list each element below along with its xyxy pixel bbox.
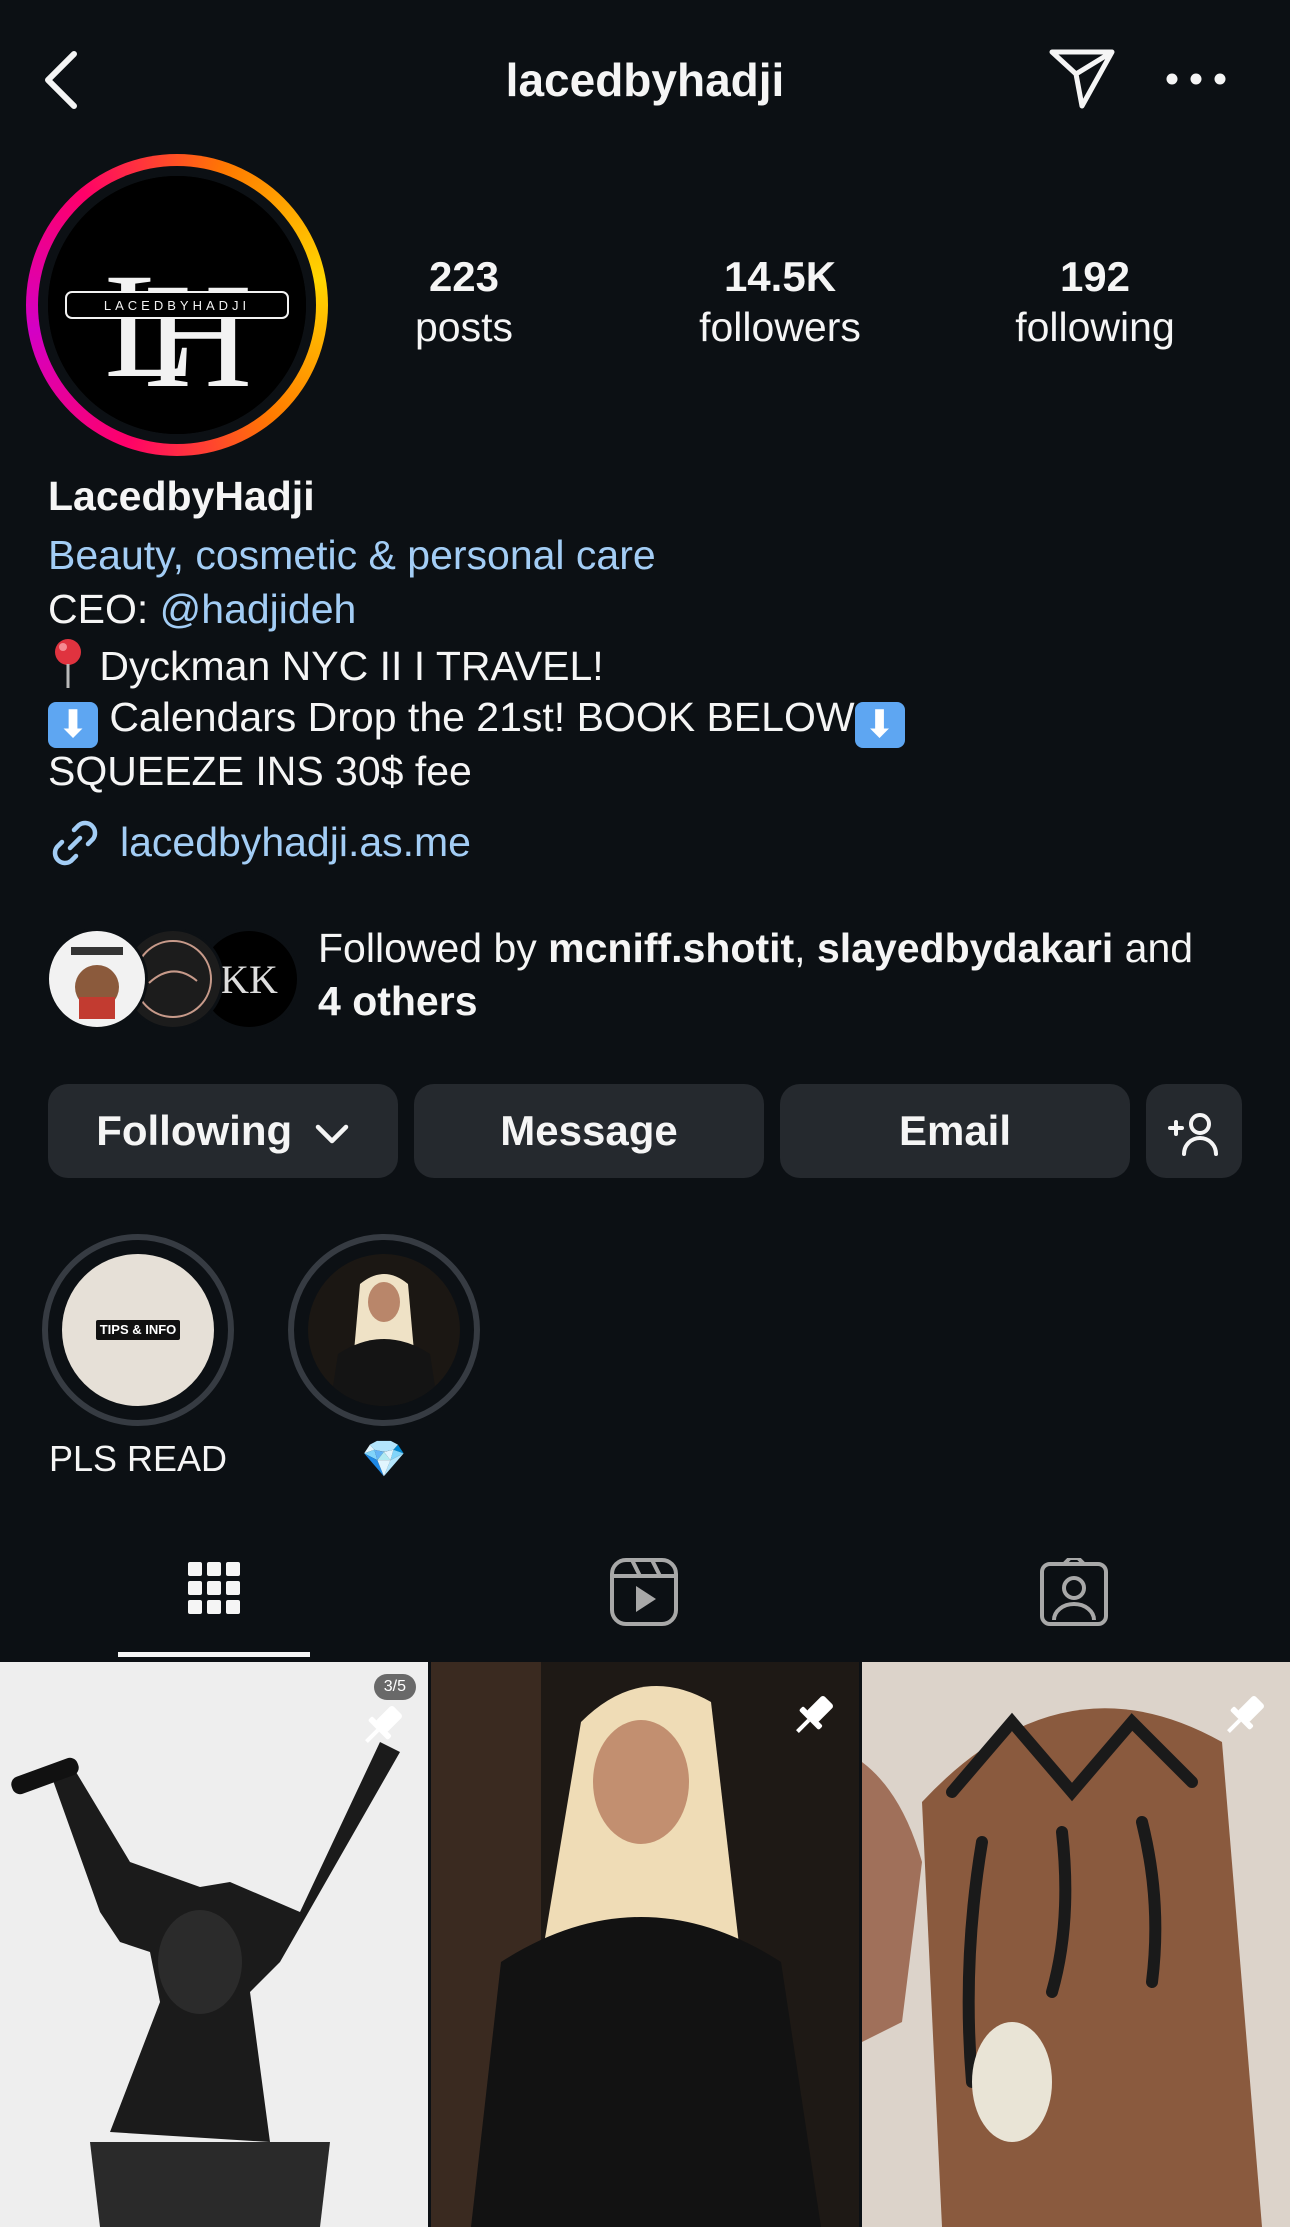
share-button[interactable] bbox=[1046, 44, 1118, 112]
message-button[interactable]: Message bbox=[414, 1084, 764, 1178]
ceo-mention-link[interactable]: @hadjideh bbox=[160, 586, 357, 632]
bio-line-squeeze: SQUEEZE INS 30$ fee bbox=[48, 748, 472, 794]
highlight-label: 💎 bbox=[361, 1438, 407, 1479]
bio-ceo-prefix: CEO: bbox=[48, 586, 160, 632]
followers-count: 14.5K bbox=[723, 253, 837, 300]
highlight-diamond[interactable] bbox=[288, 1234, 480, 1426]
suggested-users-button[interactable] bbox=[1146, 1084, 1242, 1178]
website-link[interactable]: lacedbyhadji.as.me bbox=[120, 814, 471, 870]
down-arrow-icon: ⬇ bbox=[854, 702, 905, 748]
highlight-cover: TIPS & INFO bbox=[62, 1254, 214, 1406]
posts-count: 223 bbox=[428, 253, 500, 300]
carousel-count-badge: 3/5 bbox=[373, 1674, 416, 1700]
grid-icon bbox=[188, 1562, 240, 1614]
followers-stat[interactable]: 14.5K followers bbox=[660, 252, 900, 352]
display-name: LacedbyHadji bbox=[48, 473, 315, 519]
link-icon bbox=[48, 816, 102, 870]
followed-by-separator: , bbox=[794, 925, 817, 971]
post-thumbnail[interactable] bbox=[431, 1662, 859, 2227]
down-arrow-icon: ⬇ bbox=[48, 702, 98, 748]
followers-label: followers bbox=[699, 304, 861, 350]
reels-icon bbox=[610, 1558, 678, 1626]
follower-avatar[interactable] bbox=[46, 928, 148, 1030]
email-button[interactable]: Email bbox=[780, 1084, 1130, 1178]
paper-plane-icon bbox=[1049, 49, 1115, 109]
bio-line-calendar: ⬇ Calendars Drop the 21st! BOOK BELOW ⬇ bbox=[48, 690, 905, 748]
post-thumbnail[interactable]: 3/5 bbox=[0, 1662, 428, 2227]
add-user-icon bbox=[1168, 1112, 1218, 1156]
post-thumbnail[interactable] bbox=[862, 1662, 1290, 2227]
post-image bbox=[431, 1662, 859, 2227]
follower-name[interactable]: mcniff.shotit bbox=[548, 925, 794, 971]
bio-calendar-text: Calendars Drop the 21st! BOOK BELOW bbox=[98, 694, 855, 740]
location-pin-icon bbox=[48, 636, 88, 690]
following-label: following bbox=[1015, 304, 1175, 350]
post-image bbox=[862, 1662, 1290, 2227]
pin-icon bbox=[1227, 1696, 1264, 1733]
followed-by-text[interactable]: Followed by mcniff.shotit, slayedbydakar… bbox=[318, 922, 1248, 1028]
highlight-cover-text: TIPS & INFO bbox=[96, 1320, 180, 1340]
bio-line-ceo: CEO: @hadjideh bbox=[48, 582, 356, 636]
following-button[interactable]: Following bbox=[48, 1084, 398, 1178]
highlight-label: PLS READ bbox=[48, 1438, 228, 1479]
tab-posts-grid[interactable] bbox=[166, 1558, 262, 1628]
follower-name[interactable]: slayedbydakari bbox=[817, 925, 1113, 971]
followed-by-and: and bbox=[1113, 925, 1194, 971]
pin-icon bbox=[365, 1706, 402, 1743]
highlight-cover-photo bbox=[308, 1254, 460, 1406]
bio-line-location: Dyckman NYC II I TRAVEL! bbox=[48, 636, 604, 693]
category-link[interactable]: Beauty, cosmetic & personal care bbox=[48, 528, 656, 582]
followed-by-prefix: Followed by bbox=[318, 925, 549, 971]
brand-logo: L H LACEDBYHADJI bbox=[48, 176, 306, 434]
bio-location-text: Dyckman NYC II I TRAVEL! bbox=[88, 643, 604, 689]
tab-tagged[interactable] bbox=[1026, 1556, 1122, 1628]
tab-reels[interactable] bbox=[596, 1558, 692, 1628]
posts-label: posts bbox=[415, 304, 513, 350]
highlight-pls-read[interactable]: TIPS & INFO bbox=[42, 1234, 234, 1426]
followed-by-others[interactable]: 4 others bbox=[318, 978, 478, 1024]
tagged-icon bbox=[1040, 1556, 1108, 1626]
active-tab-indicator bbox=[118, 1652, 310, 1657]
more-horizontal-icon bbox=[1166, 73, 1226, 85]
avatar[interactable]: L H LACEDBYHADJI bbox=[48, 176, 306, 434]
following-count: 192 bbox=[1059, 253, 1131, 300]
pin-icon bbox=[796, 1696, 833, 1733]
svg-text:H: H bbox=[144, 253, 252, 419]
svg-text:KK: KK bbox=[220, 957, 278, 1002]
logo-wordmark: LACEDBYHADJI bbox=[104, 298, 250, 313]
following-button-label: Following bbox=[96, 1107, 293, 1154]
more-options-button[interactable] bbox=[1160, 60, 1232, 98]
posts-stat[interactable]: 223 posts bbox=[344, 252, 584, 352]
chevron-down-icon bbox=[315, 1124, 349, 1144]
following-stat[interactable]: 192 following bbox=[975, 252, 1215, 352]
